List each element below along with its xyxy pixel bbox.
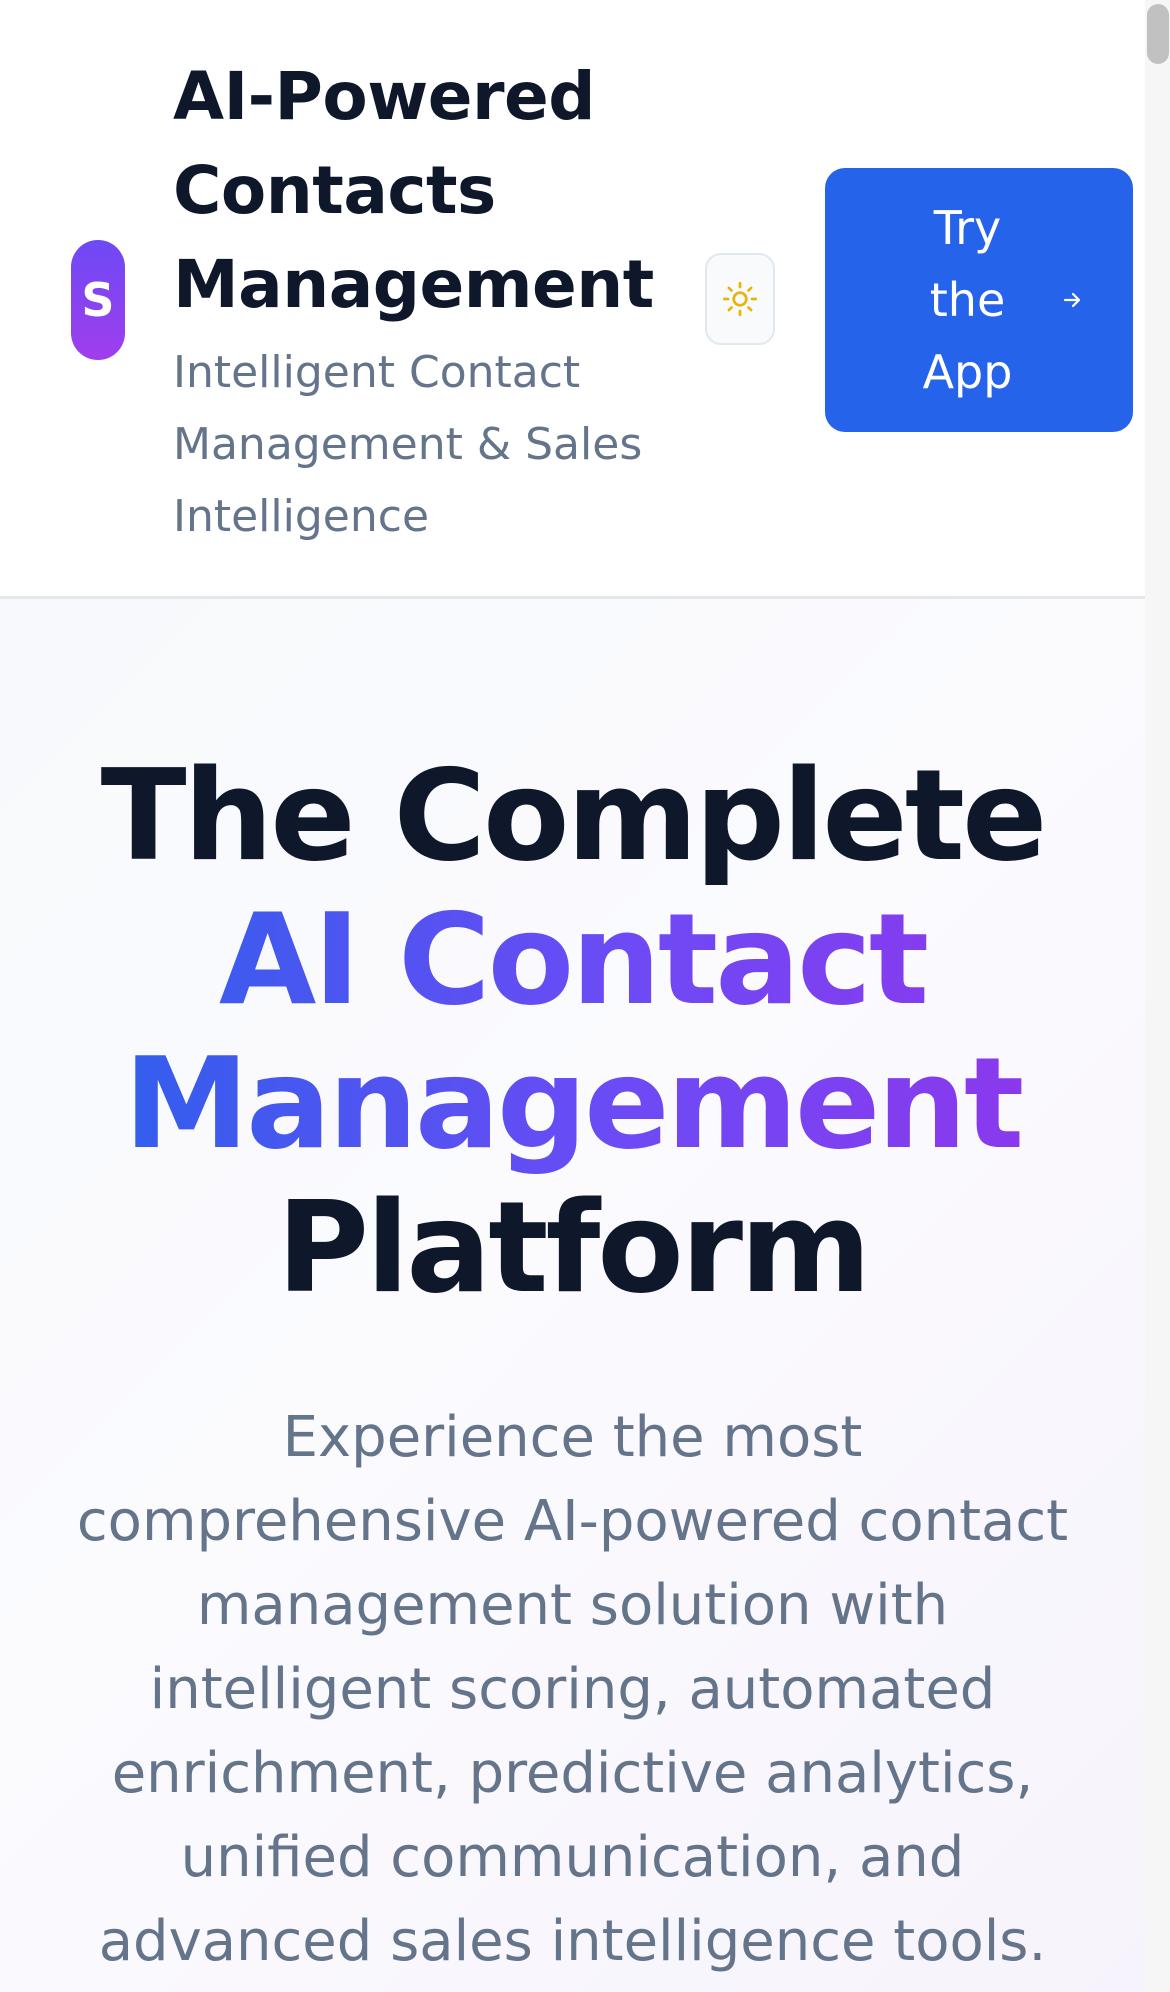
page: S AI-Powered Contacts Management Intelli… bbox=[0, 0, 1170, 1992]
hero-heading-line: Platform bbox=[276, 1174, 872, 1321]
logo-icon[interactable]: S bbox=[71, 240, 125, 360]
brand-subtitle: Intelligent Contact Management & Sales I… bbox=[173, 347, 643, 542]
hero-section: The Complete AI Contact Management Platf… bbox=[0, 599, 1145, 1992]
try-the-app-button[interactable]: Try the App bbox=[825, 168, 1133, 432]
logo-letter: S bbox=[81, 273, 115, 327]
scrollbar-thumb[interactable] bbox=[1147, 4, 1169, 64]
hero-description: Experience the most comprehensive AI-pow… bbox=[76, 1405, 1069, 1974]
hero-heading: The Complete AI Contact Management Platf… bbox=[0, 744, 1145, 1320]
brand-title: AI-Powered Contacts Management bbox=[173, 58, 654, 323]
arrow-right-icon bbox=[1063, 292, 1081, 308]
hero-heading-highlight: Management bbox=[0, 1032, 1145, 1176]
scrollbar-track[interactable] bbox=[1145, 0, 1170, 1992]
hero-heading-highlight: AI Contact bbox=[0, 888, 1145, 1032]
site-header: S AI-Powered Contacts Management Intelli… bbox=[0, 0, 1145, 599]
try-the-app-label: Try the App bbox=[922, 201, 1013, 399]
theme-toggle-button[interactable] bbox=[705, 253, 775, 345]
sun-icon bbox=[722, 281, 758, 317]
hero-heading-line: The Complete bbox=[100, 742, 1048, 889]
